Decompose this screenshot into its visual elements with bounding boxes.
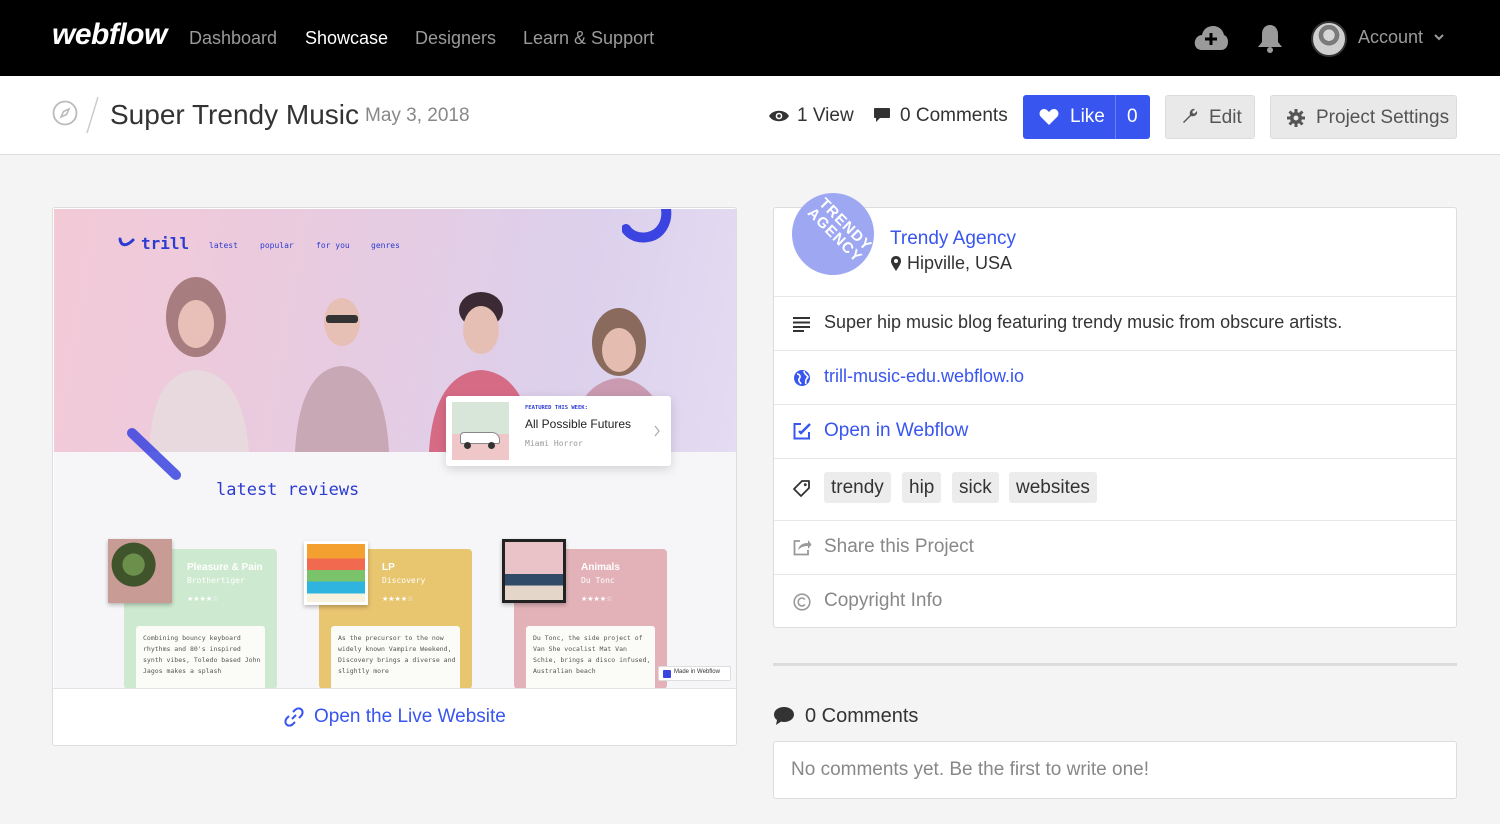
tag-hip[interactable]: hip <box>902 472 942 503</box>
like-label: Like <box>1070 106 1105 127</box>
nav-designers[interactable]: Designers <box>415 28 496 49</box>
project-description: Super hip music blog featuring trendy mu… <box>824 312 1343 332</box>
project-date: May 3, 2018 <box>365 105 470 126</box>
comments-heading: 0 Comments <box>805 705 919 727</box>
decorative-ring-shape <box>622 209 672 243</box>
copyright-info-link[interactable]: Copyright Info <box>824 590 942 612</box>
chevron-down-icon[interactable] <box>1433 31 1445 43</box>
review-desc: As the precursor to the now widely known… <box>338 634 456 675</box>
site-nav-item: latest <box>209 241 238 250</box>
review-title: Pleasure & Pain <box>187 562 263 573</box>
latest-reviews-heading: latest reviews <box>216 480 360 500</box>
bell-icon[interactable] <box>1257 23 1283 53</box>
review-artist: Brothertiger <box>187 576 245 585</box>
review-desc: Combining bouncy keyboard rhythms and 80… <box>143 634 261 675</box>
live-website-bar[interactable]: Open the Live Website <box>53 688 736 745</box>
url-row[interactable]: trill-music-edu.webflow.io <box>774 350 1456 404</box>
top-navigation: webflow Dashboard Showcase Designers Lea… <box>0 0 1500 76</box>
map-pin-icon <box>891 256 901 271</box>
tag-sick[interactable]: sick <box>952 472 999 503</box>
gear-icon <box>1287 109 1305 127</box>
settings-label: Project Settings <box>1316 107 1450 128</box>
author-avatar[interactable]: TRENDY AGENCY <box>792 193 874 275</box>
featured-kicker: FEATURED THIS WEEK: <box>525 405 588 411</box>
trill-logo-mark <box>118 237 135 247</box>
project-preview-card: trill latest popular for you genres FEAT… <box>52 207 737 746</box>
site-nav-item: popular <box>260 241 294 250</box>
project-title: Super Trendy Music <box>110 99 359 130</box>
author-name-link[interactable]: Trendy Agency <box>890 228 1016 250</box>
review-stars: ★★★★☆ <box>581 596 613 603</box>
comments-count[interactable]: 0 Comments <box>900 105 1008 127</box>
edit-button[interactable]: Edit <box>1165 95 1255 139</box>
author-location: Hipville, USA <box>907 253 1013 273</box>
comments-icon <box>774 707 794 725</box>
chevron-right-icon <box>654 425 660 437</box>
nav-dashboard[interactable]: Dashboard <box>189 28 277 49</box>
compass-icon[interactable] <box>52 100 78 126</box>
cloud-upload-icon[interactable] <box>1193 24 1229 52</box>
comment-icon <box>874 108 890 122</box>
heart-icon <box>1039 109 1059 125</box>
featured-album-card: FEATURED THIS WEEK: All Possible Futures… <box>446 396 671 466</box>
decorative-stroke-shape <box>127 428 181 480</box>
link-icon <box>284 707 304 727</box>
site-url-link[interactable]: trill-music-edu.webflow.io <box>824 366 1024 387</box>
share-icon <box>793 540 812 556</box>
review-desc: Du Tonc, the side project of Van She voc… <box>533 634 651 675</box>
comment-placeholder: No comments yet. Be the first to write o… <box>791 759 1149 780</box>
section-divider <box>773 663 1457 666</box>
like-count: 0 <box>1127 106 1138 127</box>
eye-icon <box>769 110 789 122</box>
copyright-row[interactable]: Copyright Info <box>774 574 1456 628</box>
text-lines-icon <box>793 317 810 332</box>
review-artist: Discovery <box>382 576 426 585</box>
tags-row: trendy hip sick websites <box>774 458 1456 520</box>
copyright-icon <box>793 593 811 611</box>
review-artist: Du Tonc <box>581 576 615 585</box>
tag-icon <box>793 480 810 497</box>
description-row: Super hip music blog featuring trendy mu… <box>774 296 1456 350</box>
website-screenshot[interactable]: trill latest popular for you genres FEAT… <box>54 209 736 688</box>
open-live-website-link[interactable]: Open the Live Website <box>314 706 506 728</box>
share-row[interactable]: Share this Project <box>774 520 1456 574</box>
open-in-webflow-row[interactable]: Open in Webflow <box>774 404 1456 458</box>
globe-icon <box>794 370 810 386</box>
featured-title: All Possible Futures <box>525 417 632 431</box>
edit-label: Edit <box>1209 107 1242 128</box>
featured-album-art <box>452 402 509 460</box>
band-member-image <box>149 277 249 452</box>
project-info-card: TRENDY AGENCY Trendy Agency Hipville, US… <box>773 193 1457 628</box>
nav-learn-support[interactable]: Learn & Support <box>523 28 654 49</box>
author-row: TRENDY AGENCY Trendy Agency Hipville, US… <box>774 193 1456 296</box>
open-in-webflow-link[interactable]: Open in Webflow <box>824 420 968 442</box>
avatar[interactable] <box>1311 21 1347 57</box>
album-cover <box>502 539 566 603</box>
wrench-icon <box>1183 108 1198 123</box>
featured-artist: Miami Horror <box>525 439 583 448</box>
comment-input-box[interactable]: No comments yet. Be the first to write o… <box>773 741 1457 799</box>
nav-showcase[interactable]: Showcase <box>305 28 388 49</box>
review-stars: ★★★★☆ <box>187 596 219 603</box>
review-stars: ★★★★☆ <box>382 596 414 603</box>
site-nav-item: for you <box>316 241 350 250</box>
site-logo: trill <box>141 234 190 253</box>
tag-websites[interactable]: websites <box>1009 472 1097 503</box>
share-project-link[interactable]: Share this Project <box>824 536 974 558</box>
like-button[interactable]: Like 0 <box>1023 95 1150 139</box>
account-menu[interactable]: Account <box>1358 27 1423 48</box>
review-title: Animals <box>581 562 620 573</box>
band-member-image <box>295 298 389 452</box>
tag-trendy[interactable]: trendy <box>824 472 891 503</box>
webflow-logo[interactable]: webflow <box>52 18 167 52</box>
album-cover <box>304 541 368 605</box>
made-in-webflow-badge[interactable]: Made in Webflow <box>658 666 731 681</box>
project-settings-button[interactable]: Project Settings <box>1270 95 1457 139</box>
external-edit-icon <box>793 423 811 440</box>
review-title: LP <box>382 562 395 573</box>
site-nav-item: genres <box>371 241 400 250</box>
views-count: 1 View <box>797 105 854 126</box>
breadcrumb-separator <box>86 96 99 134</box>
album-cover <box>108 539 172 603</box>
